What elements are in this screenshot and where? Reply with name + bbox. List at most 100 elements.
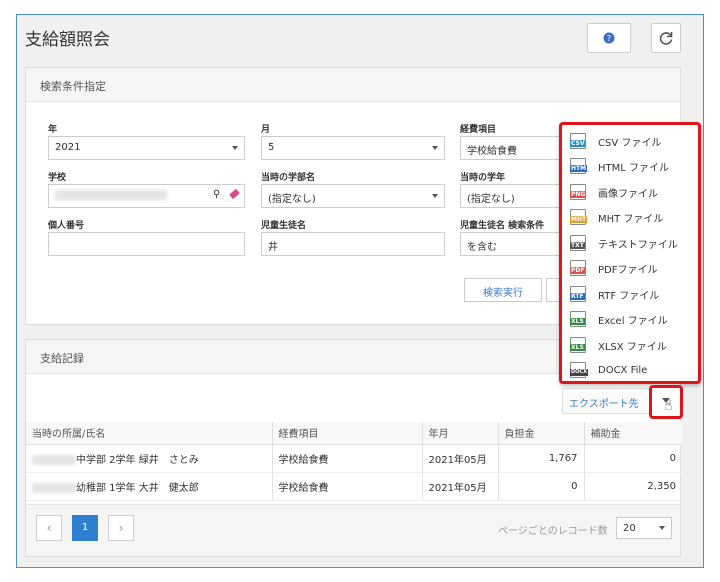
department-select[interactable]: (指定なし): [261, 184, 445, 208]
burden-cell: 1,767: [498, 444, 585, 473]
month-value: 5: [268, 142, 275, 153]
refresh-icon: [659, 32, 673, 45]
export-text-label: テキストファイル: [598, 239, 678, 251]
export-mht-item[interactable]: MHT MHT ファイル: [570, 206, 663, 228]
expense-item-label: 経費項目: [460, 125, 497, 135]
column-header-month[interactable]: 年月: [422, 422, 499, 445]
student-name-condition-select[interactable]: を含む: [460, 232, 570, 256]
docx-icon: DOCX: [570, 362, 588, 378]
redacted-school-name: [55, 190, 167, 200]
grade-value: (指定なし): [467, 194, 515, 205]
month-cell: 2021年05月: [422, 444, 499, 473]
burden-cell: 0: [498, 472, 585, 501]
year-label: 年: [48, 125, 58, 135]
chevron-down-icon: [659, 526, 665, 530]
expense-item-cell: 学校給食費: [272, 472, 423, 501]
image-icon: PNG: [570, 184, 587, 200]
school-field[interactable]: ⚲: [48, 184, 245, 208]
excel-icon: XLS: [570, 311, 586, 327]
export-mht-label: MHT ファイル: [598, 213, 664, 225]
column-header-expense-item[interactable]: 経費項目: [272, 422, 423, 445]
export-rtf-item[interactable]: RTF RTF ファイル: [570, 283, 659, 305]
next-page-button[interactable]: ›: [108, 515, 134, 541]
export-pdf-item[interactable]: PDF PDFファイル: [570, 257, 657, 279]
table-row[interactable]: 中学部 2学年 緑井 さとみ 学校給食費 2021年05月 1,767 0: [26, 444, 682, 473]
help-button[interactable]: ?: [587, 23, 631, 53]
search-icon[interactable]: ⚲: [213, 189, 220, 200]
rtf-icon: RTF: [570, 286, 586, 302]
student-name-input[interactable]: 井: [261, 232, 445, 256]
month-select[interactable]: 5: [261, 136, 445, 160]
export-rtf-label: RTF ファイル: [598, 290, 660, 302]
column-header-affiliation[interactable]: 当時の所属/氏名: [26, 422, 273, 445]
html-icon: HTM: [570, 158, 588, 174]
export-label[interactable]: エクスポート先: [569, 395, 639, 410]
personal-number-input[interactable]: [48, 232, 245, 256]
department-value: (指定なし): [268, 194, 316, 205]
csv-icon: CSV: [570, 133, 586, 149]
personal-number-label: 個人番号: [48, 221, 85, 231]
export-menu: CSV CSV ファイル HTM HTML ファイル PNG 画像ファイル MHT MH…: [559, 122, 701, 384]
export-xlsx-item[interactable]: XLS XLSX ファイル: [570, 334, 667, 356]
export-image-item[interactable]: PNG 画像ファイル: [570, 181, 658, 203]
expense-item-select[interactable]: 学校給食費: [460, 136, 570, 160]
export-image-label: 画像ファイル: [598, 188, 658, 200]
search-panel-heading: 検索条件指定: [26, 68, 680, 102]
export-pdf-label: PDFファイル: [598, 264, 658, 276]
chevron-down-icon: [232, 146, 238, 150]
pagination-bar: ‹ 1 › ページごとのレコード数 20: [26, 504, 680, 556]
student-name-label: 児童生徒名: [261, 221, 307, 231]
redacted-school-name: [32, 482, 76, 493]
student-name-condition-value: を含む: [467, 242, 497, 253]
eraser-icon[interactable]: [229, 188, 240, 200]
year-select[interactable]: 2021: [48, 136, 245, 160]
xlsx-icon: XLS: [570, 337, 586, 353]
expense-item-cell: 学校給食費: [272, 444, 423, 473]
export-docx-item[interactable]: DOCX DOCX File: [570, 359, 647, 381]
subsidy-cell: 0: [584, 444, 682, 473]
svg-text:?: ?: [607, 34, 611, 43]
export-excel-item[interactable]: XLS Excel ファイル: [570, 308, 668, 330]
per-page-label: ページごとのレコード数: [498, 526, 608, 537]
mht-icon: MHT: [570, 209, 588, 225]
month-label: 月: [261, 125, 271, 135]
expense-item-value: 学校給食費: [467, 146, 517, 157]
year-value: 2021: [55, 142, 81, 153]
export-html-label: HTML ファイル: [598, 162, 670, 174]
export-xlsx-label: XLSX ファイル: [598, 341, 667, 353]
column-header-subsidy[interactable]: 補助金: [584, 422, 682, 445]
search-button[interactable]: 検索実行: [464, 278, 542, 302]
export-csv-label: CSV ファイル: [598, 137, 662, 149]
prev-page-button[interactable]: ‹: [36, 515, 62, 541]
records-table: 当時の所属/氏名 経費項目 年月 負担金 補助金 中学部 2学年 緑井 さとみ …: [26, 422, 682, 501]
text-icon: TXT: [570, 235, 586, 251]
school-label: 学校: [48, 173, 67, 183]
export-csv-item[interactable]: CSV CSV ファイル: [570, 130, 661, 152]
refresh-button[interactable]: [651, 23, 681, 53]
chevron-right-icon: ›: [118, 521, 124, 535]
export-dropdown-toggle[interactable]: ☝: [649, 385, 683, 419]
name-cell: 幼稚部 1学年 大井 健太郎: [26, 472, 273, 501]
subsidy-cell: 2,350: [584, 472, 682, 501]
grade-label: 当時の学年: [460, 173, 506, 183]
name-text: 中学部 2学年 緑井 さとみ: [76, 454, 199, 466]
page-1-button[interactable]: 1: [72, 515, 98, 541]
export-docx-label: DOCX File: [598, 364, 648, 376]
table-row[interactable]: 幼稚部 1学年 大井 健太郎 学校給食費 2021年05月 0 2,350: [26, 472, 682, 501]
export-text-item[interactable]: TXT テキストファイル: [570, 232, 678, 254]
column-header-burden[interactable]: 負担金: [498, 422, 585, 445]
name-text: 幼稚部 1学年 大井 健太郎: [76, 482, 199, 494]
month-cell: 2021年05月: [422, 472, 499, 501]
chevron-left-icon: ‹: [46, 521, 52, 535]
page-title: 支給額照会: [25, 30, 110, 50]
per-page-select[interactable]: 20: [616, 517, 672, 539]
name-cell: 中学部 2学年 緑井 さとみ: [26, 444, 273, 473]
redacted-school-name: [32, 454, 76, 465]
export-html-item[interactable]: HTM HTML ファイル: [570, 155, 669, 177]
hand-cursor-icon: ☝: [664, 398, 673, 414]
department-label: 当時の学部名: [261, 173, 316, 183]
chevron-down-icon: [432, 146, 438, 150]
export-excel-label: Excel ファイル: [598, 315, 668, 327]
pdf-icon: PDF: [570, 260, 586, 276]
grade-select[interactable]: (指定なし): [460, 184, 570, 208]
